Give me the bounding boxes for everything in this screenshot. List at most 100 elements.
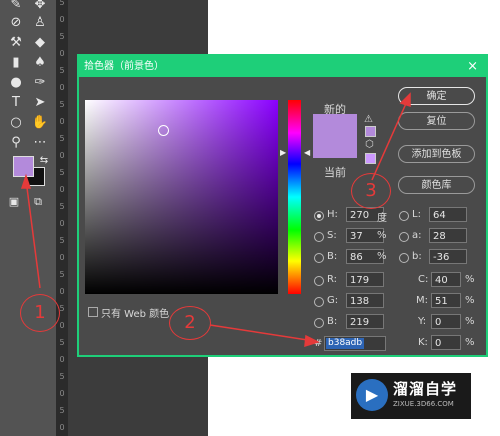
quick-mask-icon[interactable]: ▣ [4, 193, 24, 211]
watermark-url: ZIXUE.3D66.COM [393, 400, 454, 408]
radio-g[interactable] [314, 297, 324, 307]
gradient-tool-icon[interactable]: ▮ [6, 54, 26, 72]
unit-s: % [377, 230, 387, 241]
more-tools-icon[interactable]: ⋯ [30, 134, 50, 152]
annotation-circle-1: 1 [20, 294, 60, 332]
input-lab-b[interactable]: -36 [429, 249, 467, 264]
hex-value[interactable]: b38adb [326, 338, 365, 349]
watermark-name: 溜溜自学 [393, 380, 458, 398]
radio-a[interactable] [399, 232, 409, 242]
label-b: B: [327, 251, 338, 262]
label-l: L: [412, 209, 421, 220]
ellipse-tool-icon[interactable]: ○ [6, 114, 26, 132]
label-a: a: [412, 230, 422, 241]
tools-panel: ✎ ✥ ⊘ ♙ ⚒ ◆ ▮ ♠ ● ✑ T ➤ ○ ✋ ⚲ ⋯ ⇆ ▣ ⧉ [0, 0, 56, 436]
new-color-preview [313, 114, 357, 158]
label-c: C: [418, 274, 429, 285]
ruler-tick: 0 [59, 151, 65, 160]
hue-slider[interactable] [288, 100, 301, 294]
watermark-play-icon: ▶ [356, 379, 388, 411]
input-g[interactable]: 138 [346, 293, 384, 308]
web-safe-cube-icon[interactable]: ⬡ [365, 139, 374, 150]
blur-tool-icon[interactable]: ♠ [30, 54, 50, 72]
ruler-tick: 5 [59, 100, 65, 109]
web-safe-swatch[interactable] [365, 153, 376, 164]
dialog-title: 拾色器（前景色） [84, 61, 164, 72]
ruler-tick: 5 [59, 134, 65, 143]
color-field[interactable] [85, 100, 278, 294]
ruler-tick: 5 [59, 32, 65, 41]
pen-tool-icon[interactable]: ✑ [30, 74, 50, 92]
ruler-tick: 5 [59, 372, 65, 381]
hand-tool-icon[interactable]: ✋ [30, 114, 50, 132]
unit-b: % [377, 251, 387, 262]
annotation-circle-3: 3 [351, 173, 391, 209]
out-of-gamut-warning-icon[interactable]: ⚠ [364, 114, 373, 125]
ruler-tick: 0 [59, 423, 65, 432]
radio-h[interactable] [314, 211, 324, 221]
radio-b[interactable] [314, 253, 324, 263]
ruler-tick: 5 [59, 406, 65, 415]
input-rgb-b[interactable]: 219 [346, 314, 384, 329]
zoom-tool-icon[interactable]: ⚲ [6, 134, 26, 152]
ruler-tick: 0 [59, 83, 65, 92]
only-web-colors-checkbox[interactable] [88, 307, 98, 317]
ruler-tick: 0 [59, 253, 65, 262]
ruler-tick: 0 [59, 355, 65, 364]
stamp-tool-icon[interactable]: ♙ [30, 14, 50, 32]
type-tool-icon[interactable]: T [6, 94, 26, 112]
ruler-tick: 0 [59, 49, 65, 58]
radio-r[interactable] [314, 276, 324, 286]
brush-tool-icon[interactable]: ✎ [6, 0, 26, 14]
input-r[interactable]: 179 [346, 272, 384, 287]
radio-rgb-b[interactable] [314, 318, 324, 328]
radio-s[interactable] [314, 232, 324, 242]
add-to-swatches-button[interactable]: 添加到色板 [398, 145, 475, 163]
radio-lab-b[interactable] [399, 253, 409, 263]
eraser-tool-icon[interactable]: ◆ [30, 34, 50, 52]
ruler-tick: 0 [59, 185, 65, 194]
unit-y: % [465, 316, 475, 327]
color-picker-dialog: 拾色器（前景色） × ▶ ◀ 新的 当前 ⚠ ⬡ 确定 复位 添加到色板 颜色库… [77, 54, 488, 357]
hue-slider-left-arrow-icon[interactable]: ▶ [280, 148, 286, 157]
reset-button[interactable]: 复位 [398, 112, 475, 130]
spot-healing-icon[interactable]: ⊘ [6, 14, 26, 32]
ruler-tick: 5 [59, 202, 65, 211]
unit-k: % [465, 337, 475, 348]
history-brush-icon[interactable]: ⚒ [6, 34, 26, 52]
path-select-icon[interactable]: ✥ [30, 0, 50, 14]
direct-select-icon[interactable]: ➤ [30, 94, 50, 112]
label-current: 当前 [324, 166, 346, 179]
label-h: H: [327, 209, 338, 220]
ruler-tick: 5 [59, 66, 65, 75]
hex-input[interactable]: b38adb [324, 336, 386, 351]
input-a[interactable]: 28 [429, 228, 467, 243]
color-libraries-button[interactable]: 颜色库 [398, 176, 475, 194]
unit-m: % [465, 295, 475, 306]
label-r: R: [327, 274, 338, 285]
hue-slider-right-arrow-icon[interactable]: ◀ [304, 148, 310, 157]
label-m: M: [416, 295, 428, 306]
radio-l[interactable] [399, 211, 409, 221]
ruler-tick: 0 [59, 287, 65, 296]
input-m[interactable]: 51 [431, 293, 461, 308]
ruler-tick: 5 [59, 270, 65, 279]
dodge-tool-icon[interactable]: ● [6, 74, 26, 92]
dialog-titlebar: 拾色器（前景色） × [79, 56, 486, 77]
vertical-ruler: 50505050505050505050505050 [56, 0, 68, 436]
screen-mode-icon[interactable]: ⧉ [28, 193, 48, 211]
gamut-swatch[interactable] [365, 126, 376, 137]
color-field-cursor[interactable] [158, 125, 169, 136]
ok-button[interactable]: 确定 [398, 87, 475, 105]
foreground-color-swatch[interactable] [13, 156, 34, 177]
input-k[interactable]: 0 [431, 335, 461, 350]
ruler-tick: 0 [59, 389, 65, 398]
ruler-tick: 5 [59, 236, 65, 245]
input-l[interactable]: 64 [429, 207, 467, 222]
input-y[interactable]: 0 [431, 314, 461, 329]
ruler-tick: 5 [59, 0, 65, 7]
swap-colors-icon[interactable]: ⇆ [34, 152, 54, 170]
input-c[interactable]: 40 [431, 272, 461, 287]
close-icon[interactable]: × [467, 56, 478, 77]
ruler-tick: 0 [59, 15, 65, 24]
